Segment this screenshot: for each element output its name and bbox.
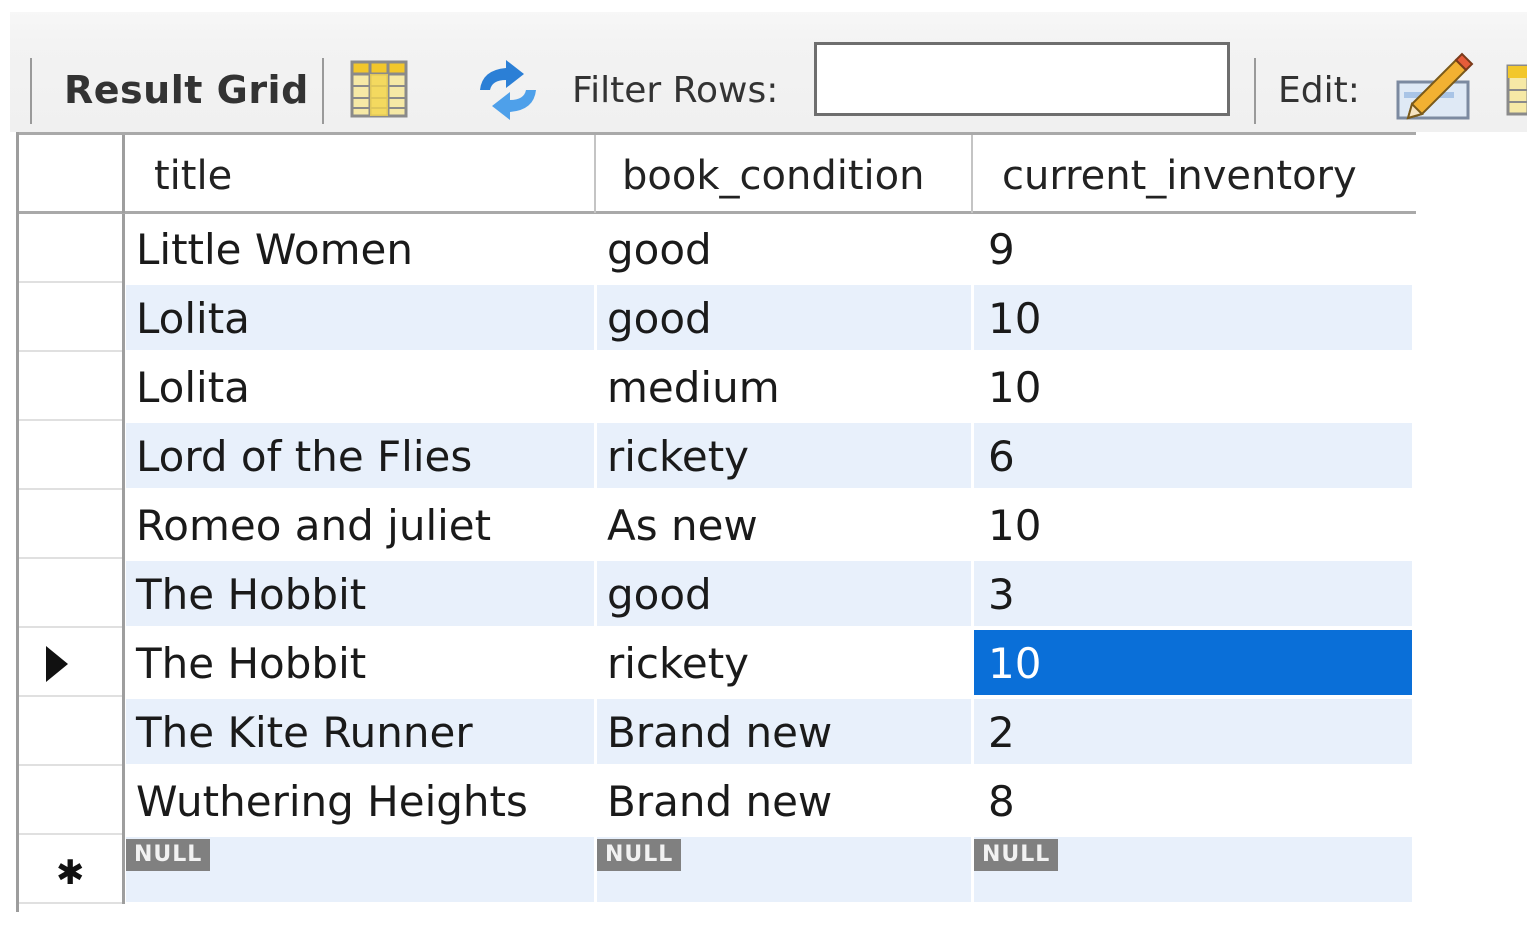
new-row-asterisk-icon: ✱	[56, 853, 85, 893]
grid-layout-icon[interactable]	[350, 60, 408, 118]
row-indicator[interactable]	[16, 352, 122, 421]
header-row-indicator	[16, 135, 122, 211]
edit-label: Edit:	[1278, 70, 1360, 111]
row-indicator-border	[122, 766, 125, 835]
result-toolbar: Result Grid Filter Rows: Edit:	[10, 12, 1527, 132]
table-row[interactable]: The Kite Runner Brand new 2	[16, 697, 1416, 766]
row-indicator-border	[122, 628, 125, 697]
row-indicator[interactable]	[16, 283, 122, 352]
row-indicator-border	[122, 283, 125, 352]
row-indicator[interactable]	[16, 628, 122, 697]
header-separator[interactable]	[594, 135, 596, 213]
cell-current-inventory[interactable]: 10	[974, 630, 1412, 695]
cell-title[interactable]: The Hobbit	[126, 561, 594, 626]
cell-book-condition[interactable]: good	[597, 216, 971, 281]
row-indicator[interactable]	[16, 490, 122, 559]
column-header-current-inventory[interactable]: current_inventory	[1002, 135, 1414, 211]
cell-current-inventory[interactable]: NULL	[974, 837, 1412, 902]
row-indicator-border	[122, 559, 125, 628]
column-header-title[interactable]: title	[154, 135, 594, 211]
cell-book-condition[interactable]: NULL	[597, 837, 971, 902]
cell-current-inventory[interactable]: 3	[974, 561, 1412, 626]
cell-book-condition[interactable]: As new	[597, 492, 971, 557]
null-badge: NULL	[126, 839, 211, 871]
row-indicator[interactable]	[16, 421, 122, 490]
current-row-arrow-icon	[46, 646, 68, 682]
header-separator	[122, 135, 125, 213]
cell-title[interactable]: Lolita	[126, 354, 594, 419]
cell-current-inventory[interactable]: 10	[974, 285, 1412, 350]
table-row[interactable]: Wuthering Heights Brand new 8	[16, 766, 1416, 835]
cell-book-condition[interactable]: medium	[597, 354, 971, 419]
result-grid-tab-label[interactable]: Result Grid	[64, 62, 309, 118]
toolbar-separator	[30, 58, 32, 124]
row-indicator-border	[122, 421, 125, 490]
null-badge: NULL	[597, 839, 682, 871]
export-icon[interactable]	[1506, 60, 1527, 120]
row-indicator[interactable]: ✱	[16, 835, 122, 904]
cell-current-inventory[interactable]: 2	[974, 699, 1412, 764]
table-row[interactable]: The Hobbit good 3	[16, 559, 1416, 628]
cell-title[interactable]: Romeo and juliet	[126, 492, 594, 557]
result-grid-panel: Result Grid Filter Rows: Edit: title boo…	[0, 0, 1527, 926]
row-indicator-border	[122, 490, 125, 559]
cell-title[interactable]: Lolita	[126, 285, 594, 350]
result-grid: title book_condition current_inventory L…	[16, 132, 1416, 912]
row-indicator[interactable]	[16, 214, 122, 283]
table-row[interactable]: Little Women good 9	[16, 214, 1416, 283]
cell-current-inventory[interactable]: 10	[974, 354, 1412, 419]
filter-rows-label: Filter Rows:	[572, 70, 779, 111]
table-row[interactable]: Romeo and juliet As new 10	[16, 490, 1416, 559]
grid-header-row: title book_condition current_inventory	[16, 132, 1416, 214]
cell-current-inventory[interactable]: 8	[974, 768, 1412, 833]
cell-title[interactable]: Little Women	[126, 216, 594, 281]
cell-book-condition[interactable]: Brand new	[597, 768, 971, 833]
column-header-book-condition[interactable]: book_condition	[622, 135, 972, 211]
null-badge: NULL	[974, 839, 1059, 871]
edit-pencil-icon[interactable]	[1394, 52, 1474, 122]
toolbar-separator	[322, 58, 324, 124]
refresh-icon[interactable]	[472, 60, 544, 120]
cell-title[interactable]: The Kite Runner	[126, 699, 594, 764]
cell-current-inventory[interactable]: 10	[974, 492, 1412, 557]
cell-book-condition[interactable]: good	[597, 561, 971, 626]
cell-book-condition[interactable]: rickety	[597, 630, 971, 695]
cell-book-condition[interactable]: Brand new	[597, 699, 971, 764]
cell-book-condition[interactable]: good	[597, 285, 971, 350]
cell-title[interactable]: NULL	[126, 837, 594, 902]
grid-left-border	[16, 132, 19, 912]
row-indicator[interactable]	[16, 697, 122, 766]
table-row[interactable]: Lolita good 10	[16, 283, 1416, 352]
cell-title[interactable]: The Hobbit	[126, 630, 594, 695]
row-indicator-border	[122, 835, 125, 904]
table-row[interactable]: The Hobbit rickety 10	[16, 628, 1416, 697]
header-separator[interactable]	[971, 135, 973, 213]
cell-title[interactable]: Lord of the Flies	[126, 423, 594, 488]
row-indicator-border	[122, 352, 125, 421]
cell-book-condition[interactable]: rickety	[597, 423, 971, 488]
row-indicator-border	[122, 214, 125, 283]
cell-current-inventory[interactable]: 6	[974, 423, 1412, 488]
cell-title[interactable]: Wuthering Heights	[126, 768, 594, 833]
filter-rows-input[interactable]	[814, 42, 1230, 116]
toolbar-separator	[1254, 58, 1256, 124]
table-row[interactable]: Lolita medium 10	[16, 352, 1416, 421]
row-indicator-border	[122, 697, 125, 766]
row-indicator[interactable]	[16, 766, 122, 835]
table-row[interactable]: Lord of the Flies rickety 6	[16, 421, 1416, 490]
row-indicator[interactable]	[16, 559, 122, 628]
new-row[interactable]: ✱ NULL NULL NULL	[16, 835, 1416, 904]
cell-current-inventory[interactable]: 9	[974, 216, 1412, 281]
